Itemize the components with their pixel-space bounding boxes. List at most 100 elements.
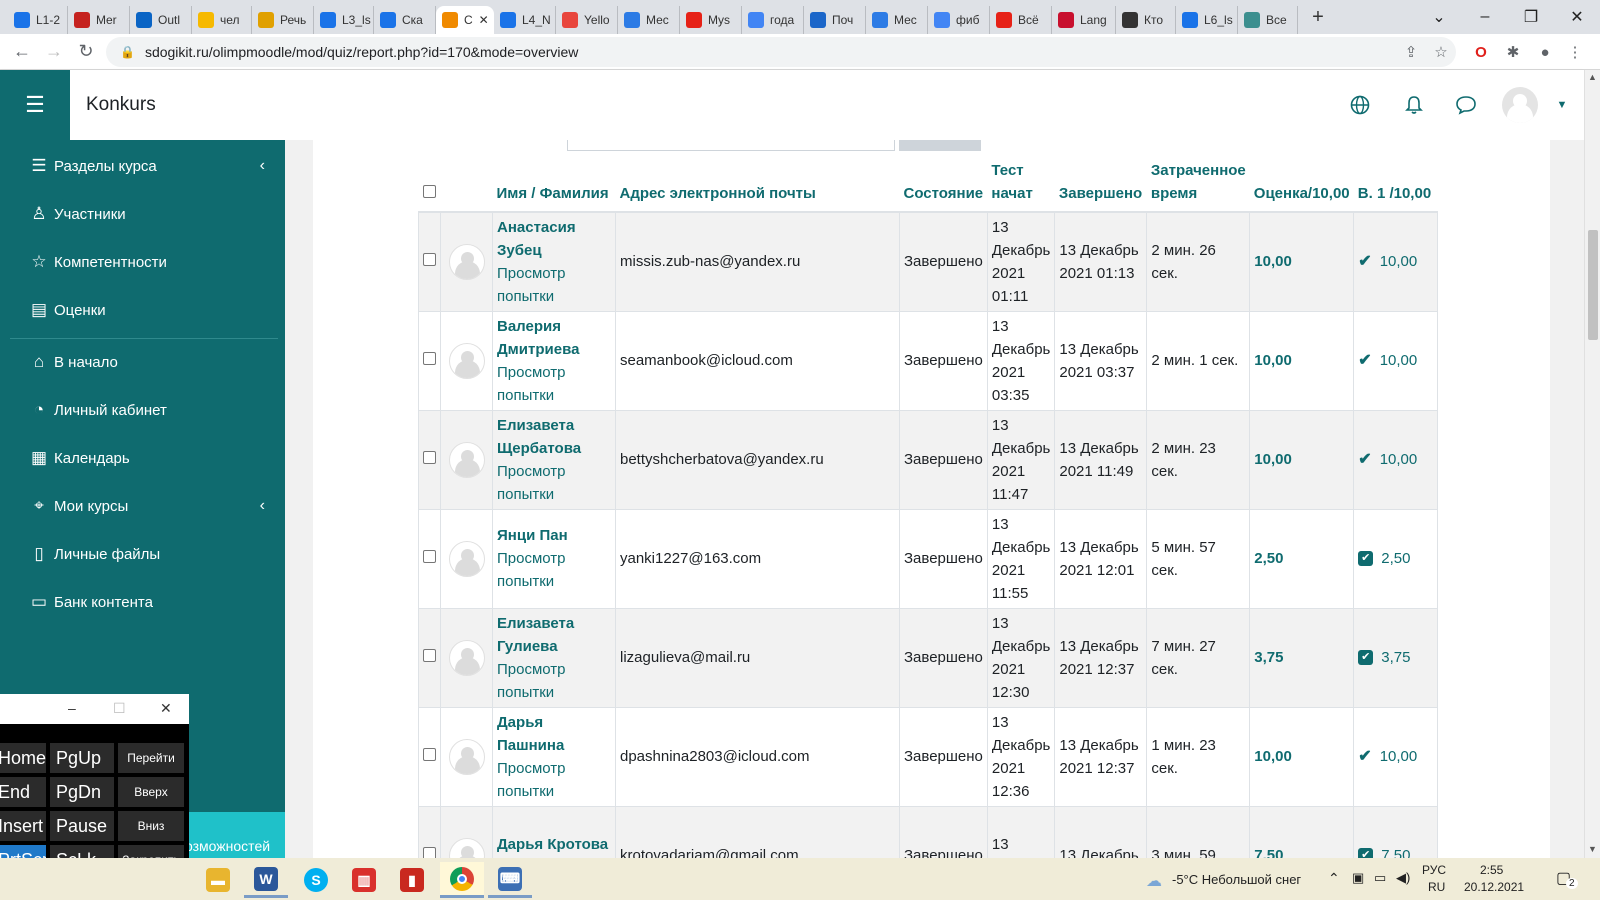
bell-icon[interactable] <box>1401 92 1427 118</box>
student-name-link[interactable]: Елизавета Щербатова <box>497 414 611 460</box>
select-all-checkbox[interactable] <box>422 185 436 198</box>
browser-tab[interactable]: фиб <box>928 6 990 34</box>
browser-tab[interactable]: Кто <box>1116 6 1176 34</box>
browser-tab[interactable]: L1-2 <box>8 6 68 34</box>
share-icon[interactable]: ⇪ <box>1396 37 1426 67</box>
address-bar[interactable]: 🔒 sdogikit.ru/olimpmoodle/mod/quiz/repor… <box>106 37 1456 67</box>
browser-tab[interactable]: Mys <box>680 6 742 34</box>
osk-key[interactable]: Вниз <box>118 811 184 841</box>
browser-tab[interactable]: Мес <box>618 6 680 34</box>
question-1-link[interactable]: ✔ 10,00 <box>1358 448 1433 471</box>
new-tab-button[interactable]: + <box>1304 6 1332 29</box>
student-name-link[interactable]: Анастасия Зубец <box>497 216 611 262</box>
completed-header[interactable]: Завершено <box>1054 159 1147 213</box>
network-icon[interactable]: ▣ <box>1352 870 1364 886</box>
question-1-link[interactable]: ✔ 3,75 <box>1358 646 1433 669</box>
student-name-link[interactable]: Янци Пан <box>497 524 611 547</box>
tray-expand-icon[interactable]: ⌃ <box>1328 870 1340 887</box>
osk-key[interactable]: Home <box>0 743 46 773</box>
drawer-item-content-bank[interactable]: ▭ Банк контента <box>28 592 153 612</box>
site-name[interactable]: Konkurs <box>86 94 156 116</box>
language-bottom[interactable]: RU <box>1428 880 1445 894</box>
power-icon[interactable]: ▭ <box>1374 870 1386 886</box>
grade-link[interactable]: 10,00 <box>1254 253 1292 270</box>
browser-tab[interactable]: L4_N <box>494 6 556 34</box>
avatar[interactable] <box>448 441 485 478</box>
extensions-icon[interactable]: ✱ <box>1498 37 1528 67</box>
browser-tab[interactable]: Outl <box>130 6 192 34</box>
browser-tab[interactable]: Поч <box>804 6 866 34</box>
review-attempt-link[interactable]: Просмотр попытки <box>497 658 611 704</box>
scroll-up-arrow-icon[interactable]: ▲ <box>1588 72 1597 82</box>
browser-tab[interactable]: L3_ls <box>314 6 374 34</box>
browser-tab[interactable]: Мес <box>866 6 928 34</box>
review-attempt-link[interactable]: Просмотр попытки <box>497 547 611 593</box>
filter-input[interactable] <box>567 140 895 151</box>
question-1-link[interactable]: ✔ 10,00 <box>1358 349 1433 372</box>
question-1-header[interactable]: В. 1 /10,00 <box>1353 159 1438 213</box>
row-checkbox[interactable] <box>423 451 436 464</box>
pdf-app-button[interactable]: ▮ <box>390 862 434 898</box>
menu-dots-icon[interactable]: ⋮ <box>1560 37 1590 67</box>
browser-tab[interactable]: Ска <box>374 6 436 34</box>
question-1-link[interactable]: ✔ 10,00 <box>1358 250 1433 273</box>
drawer-item-participants[interactable]: ♙ Участники <box>28 204 125 224</box>
osk-key[interactable]: Перейти <box>118 743 184 773</box>
email-header[interactable]: Адрес электронной почты <box>615 159 900 213</box>
browser-tab[interactable]: чел <box>192 6 252 34</box>
browser-tab[interactable]: C ✕ <box>436 6 494 34</box>
tab-search-icon[interactable]: ⌄ <box>1416 0 1462 34</box>
filter-button[interactable] <box>899 140 981 151</box>
osk-key[interactable]: End <box>0 777 46 807</box>
browser-tab[interactable]: года <box>742 6 804 34</box>
file-explorer-button[interactable]: ▬ <box>196 862 240 898</box>
book-app-button[interactable]: ▥ <box>342 862 386 898</box>
forward-icon[interactable]: → <box>38 36 70 68</box>
osk-key[interactable]: Pause <box>50 811 114 841</box>
weather-icon[interactable]: ☁ <box>1146 871 1162 891</box>
drawer-item-calendar[interactable]: ▦ Календарь <box>28 448 130 468</box>
drawer-item-grades[interactable]: ▤ Оценки <box>28 300 106 320</box>
volume-icon[interactable]: ◀) <box>1396 870 1410 886</box>
close-icon[interactable]: ✕ <box>160 700 172 717</box>
globe-icon[interactable] <box>1347 92 1373 118</box>
avatar[interactable] <box>448 342 485 379</box>
student-name-link[interactable]: Дарья Пашнина <box>497 711 611 757</box>
avatar[interactable] <box>448 738 485 775</box>
word-button[interactable]: W <box>244 862 288 898</box>
hamburger-icon[interactable]: ☰ <box>0 70 70 140</box>
browser-tab[interactable]: Mer <box>68 6 130 34</box>
drawer-item-competencies[interactable]: ☆ Компетентности <box>28 252 167 272</box>
grade-link[interactable]: 2,50 <box>1254 550 1283 567</box>
user-avatar[interactable] <box>1502 87 1538 123</box>
review-attempt-link[interactable]: Просмотр попытки <box>497 757 611 803</box>
restore-icon[interactable]: ❐ <box>1508 0 1554 34</box>
chrome-button[interactable] <box>440 862 484 898</box>
row-checkbox[interactable] <box>423 550 436 563</box>
minimize-icon[interactable]: – <box>68 700 76 716</box>
question-1-link[interactable]: ✔ 2,50 <box>1358 547 1433 570</box>
clock-date[interactable]: 20.12.2021 <box>1464 880 1524 894</box>
row-checkbox[interactable] <box>423 748 436 761</box>
row-checkbox[interactable] <box>423 649 436 662</box>
state-header[interactable]: Состояние <box>899 159 988 213</box>
grade-link[interactable]: 10,00 <box>1254 352 1292 369</box>
page-scrollbar[interactable]: ▲ ▼ <box>1584 70 1600 858</box>
scrollbar-thumb[interactable] <box>1588 230 1598 340</box>
drawer-footer-link[interactable]: озможностей <box>185 812 285 858</box>
browser-tab[interactable]: Lang <box>1052 6 1116 34</box>
avatar[interactable] <box>448 639 485 676</box>
question-1-link[interactable]: ✔ 10,00 <box>1358 745 1433 768</box>
grade-link[interactable]: 3,75 <box>1254 649 1283 666</box>
minimize-icon[interactable]: – <box>1462 0 1508 34</box>
chevron-left-icon[interactable]: ‹ <box>260 497 265 515</box>
back-icon[interactable]: ← <box>6 36 38 68</box>
started-header[interactable]: Тест начат <box>987 159 1055 213</box>
browser-tab[interactable]: Yello <box>556 6 618 34</box>
student-name-link[interactable]: Дарья Кротова <box>497 833 611 856</box>
bookmark-star-icon[interactable]: ☆ <box>1426 37 1456 67</box>
browser-tab[interactable]: Речь <box>252 6 314 34</box>
osk-key[interactable]: Вверх <box>118 777 184 807</box>
name-header[interactable]: Имя / Фамилия <box>492 159 616 213</box>
maximize-icon[interactable]: ☐ <box>113 700 126 717</box>
